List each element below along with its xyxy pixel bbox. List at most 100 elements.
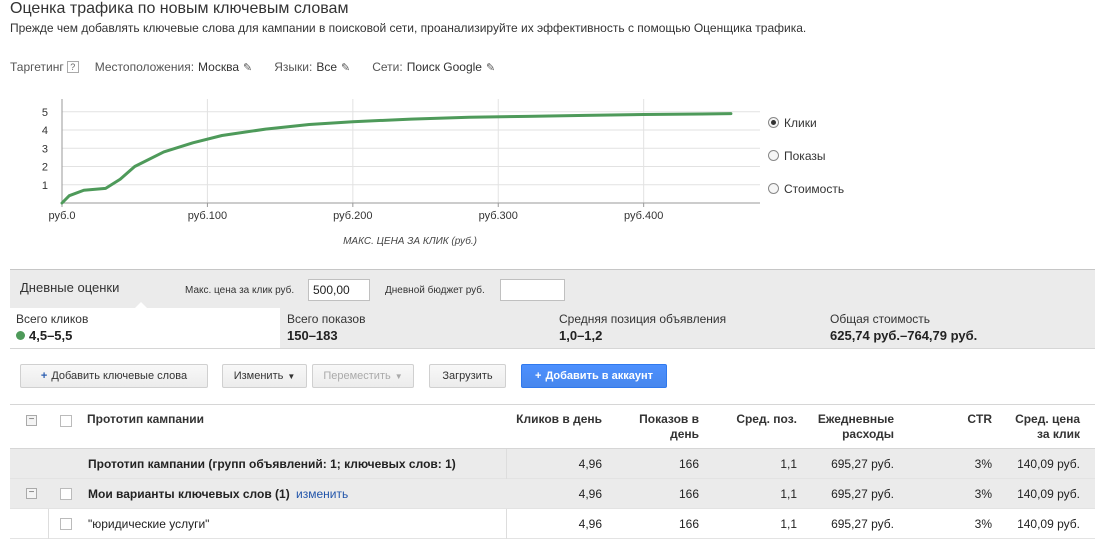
radio-icon[interactable]	[768, 183, 779, 194]
col-campaign[interactable]: Прототип кампании	[87, 412, 204, 427]
y-tick-label: 4	[42, 125, 48, 137]
daily-estimates-title: Дневные оценки	[20, 280, 120, 295]
y-tick-label: 2	[42, 162, 48, 174]
row-clicks: 4,96	[578, 457, 602, 471]
col-avg-cpc[interactable]: Сред. цена за клик	[1015, 412, 1080, 442]
edit-link[interactable]: изменить	[296, 487, 348, 501]
legend-label: Стоимость	[784, 181, 845, 196]
targeting-languages[interactable]: Языки: Все ✎	[274, 60, 350, 74]
collapse-icon[interactable]: −	[26, 415, 37, 426]
upload-button[interactable]: Загрузить	[429, 364, 506, 388]
row-avg-cpc: 140,09 руб.	[1017, 487, 1080, 501]
x-tick-label: руб.200	[333, 210, 372, 222]
row-cost: 695,27 руб.	[831, 517, 894, 531]
x-tick-label: руб.300	[479, 210, 518, 222]
col-impressions[interactable]: Показов в день	[639, 412, 699, 442]
stat-avg-position[interactable]: Средняя позиция объявления 1,0–1,2	[553, 308, 823, 348]
y-tick-label: 5	[42, 107, 48, 119]
col-position[interactable]: Сред. поз.	[736, 412, 797, 427]
row-cost: 695,27 руб.	[831, 457, 894, 471]
series-dot-icon	[16, 331, 25, 340]
column-divider	[48, 509, 49, 539]
row-name-group: Мои варианты ключевых слов (1) изменить	[88, 487, 348, 501]
chart-legend: Клики Показы Стоимость	[768, 106, 844, 205]
targeting-networks[interactable]: Сети: Поиск Google ✎	[372, 60, 495, 74]
locations-value: Москва	[198, 60, 239, 74]
col-clicks[interactable]: Кликов в день	[516, 412, 602, 427]
legend-option-cost[interactable]: Стоимость	[768, 172, 844, 205]
pencil-icon[interactable]: ✎	[341, 61, 350, 74]
column-divider	[506, 449, 507, 479]
button-label: Добавить ключевые слова	[51, 370, 188, 382]
networks-value: Поиск Google	[406, 60, 482, 74]
table-row: − Мои варианты ключевых слов (1) изменит…	[10, 479, 1095, 509]
legend-option-clicks[interactable]: Клики	[768, 106, 844, 139]
caret-down-icon: ▼	[287, 371, 296, 381]
daily-budget-input[interactable]	[500, 279, 565, 301]
daily-estimates-bar: Дневные оценки Макс. цена за клик руб. 5…	[10, 270, 1095, 308]
locations-label: Местоположения:	[94, 60, 195, 74]
stat-value-row: 4,5–5,5	[16, 328, 274, 343]
stat-total-clicks[interactable]: Всего кликов 4,5–5,5	[10, 302, 280, 348]
networks-label: Сети:	[372, 60, 403, 74]
pencil-icon[interactable]: ✎	[243, 61, 252, 74]
row-name: "юридические услуги"	[88, 517, 210, 531]
col-cost[interactable]: Ежедневные расходы	[818, 412, 894, 442]
daily-budget-label: Дневной бюджет руб.	[385, 285, 485, 296]
page-title: Оценка трафика по новым ключевым словам	[10, 0, 349, 17]
button-label: Загрузить	[442, 370, 493, 382]
stat-total-cost[interactable]: Общая стоимость 625,74 руб.–764,79 руб.	[824, 308, 1095, 348]
col-avg-cpc-line2: за клик	[1037, 427, 1080, 441]
table-row: Прототип кампании (групп объявлений: 1; …	[10, 449, 1095, 479]
stat-label: Всего показов	[287, 312, 366, 326]
collapse-icon[interactable]: −	[26, 488, 37, 499]
legend-label: Показы	[784, 148, 826, 163]
row-position: 1,1	[780, 457, 797, 471]
col-ctr[interactable]: CTR	[967, 412, 992, 427]
pencil-icon[interactable]: ✎	[486, 61, 495, 74]
targeting-bar: Таргетинг ? Местоположения: Москва ✎ Язы…	[10, 60, 517, 74]
row-checkbox[interactable]	[60, 488, 72, 500]
add-keywords-button[interactable]: + Добавить ключевые слова	[20, 364, 208, 388]
stat-value: 1,0–1,2	[559, 328, 603, 343]
x-axis-label: МАКС. ЦЕНА ЗА КЛИК (руб.)	[343, 235, 477, 247]
row-avg-cpc: 140,09 руб.	[1017, 457, 1080, 471]
table-row: "юридические услуги" 4,96 166 1,1 695,27…	[10, 509, 1095, 539]
column-divider	[506, 509, 507, 539]
row-ctr: 3%	[974, 487, 992, 501]
row-impressions: 166	[678, 487, 699, 501]
radio-icon[interactable]	[768, 117, 779, 128]
select-all-checkbox[interactable]	[60, 415, 72, 427]
keywords-table: − Прототип кампании Кликов в день Показо…	[10, 404, 1095, 539]
button-label: Добавить в аккаунт	[545, 370, 653, 382]
stat-total-impressions[interactable]: Всего показов 150–183	[281, 308, 551, 348]
move-dropdown-button[interactable]: Переместить ▼	[312, 364, 414, 388]
row-checkbox[interactable]	[60, 518, 72, 530]
row-position: 1,1	[780, 517, 797, 531]
legend-label: Клики	[784, 115, 817, 130]
edit-dropdown-button[interactable]: Изменить ▼	[222, 364, 307, 388]
col-cost-line2: расходы	[842, 427, 894, 441]
stat-value: 150–183	[287, 328, 338, 343]
row-ctr: 3%	[974, 457, 992, 471]
row-ctr: 3%	[974, 517, 992, 531]
row-name: Мои варианты ключевых слов (1)	[88, 487, 290, 501]
add-to-account-button[interactable]: + Добавить в аккаунт	[521, 364, 667, 388]
radio-icon[interactable]	[768, 150, 779, 161]
col-avg-cpc-line1: Сред. цена	[1015, 412, 1080, 426]
button-label: Переместить	[323, 370, 391, 382]
help-icon[interactable]: ?	[66, 61, 79, 73]
stat-value: 625,74 руб.–764,79 руб.	[830, 328, 978, 343]
y-tick-label: 3	[42, 143, 48, 155]
max-cpc-label: Макс. цена за клик руб.	[185, 285, 295, 296]
targeting-label-group: Таргетинг ?	[10, 60, 79, 74]
max-cpc-input[interactable]: 500,00	[308, 279, 370, 301]
stat-label: Всего кликов	[16, 312, 89, 326]
stat-label: Общая стоимость	[830, 312, 930, 326]
legend-option-impressions[interactable]: Показы	[768, 139, 844, 172]
col-cost-line1: Ежедневные	[817, 412, 894, 426]
row-impressions: 166	[678, 517, 699, 531]
x-tick-label: руб.100	[188, 210, 227, 222]
targeting-locations[interactable]: Местоположения: Москва ✎	[95, 60, 252, 74]
stat-label: Средняя позиция объявления	[559, 312, 727, 326]
